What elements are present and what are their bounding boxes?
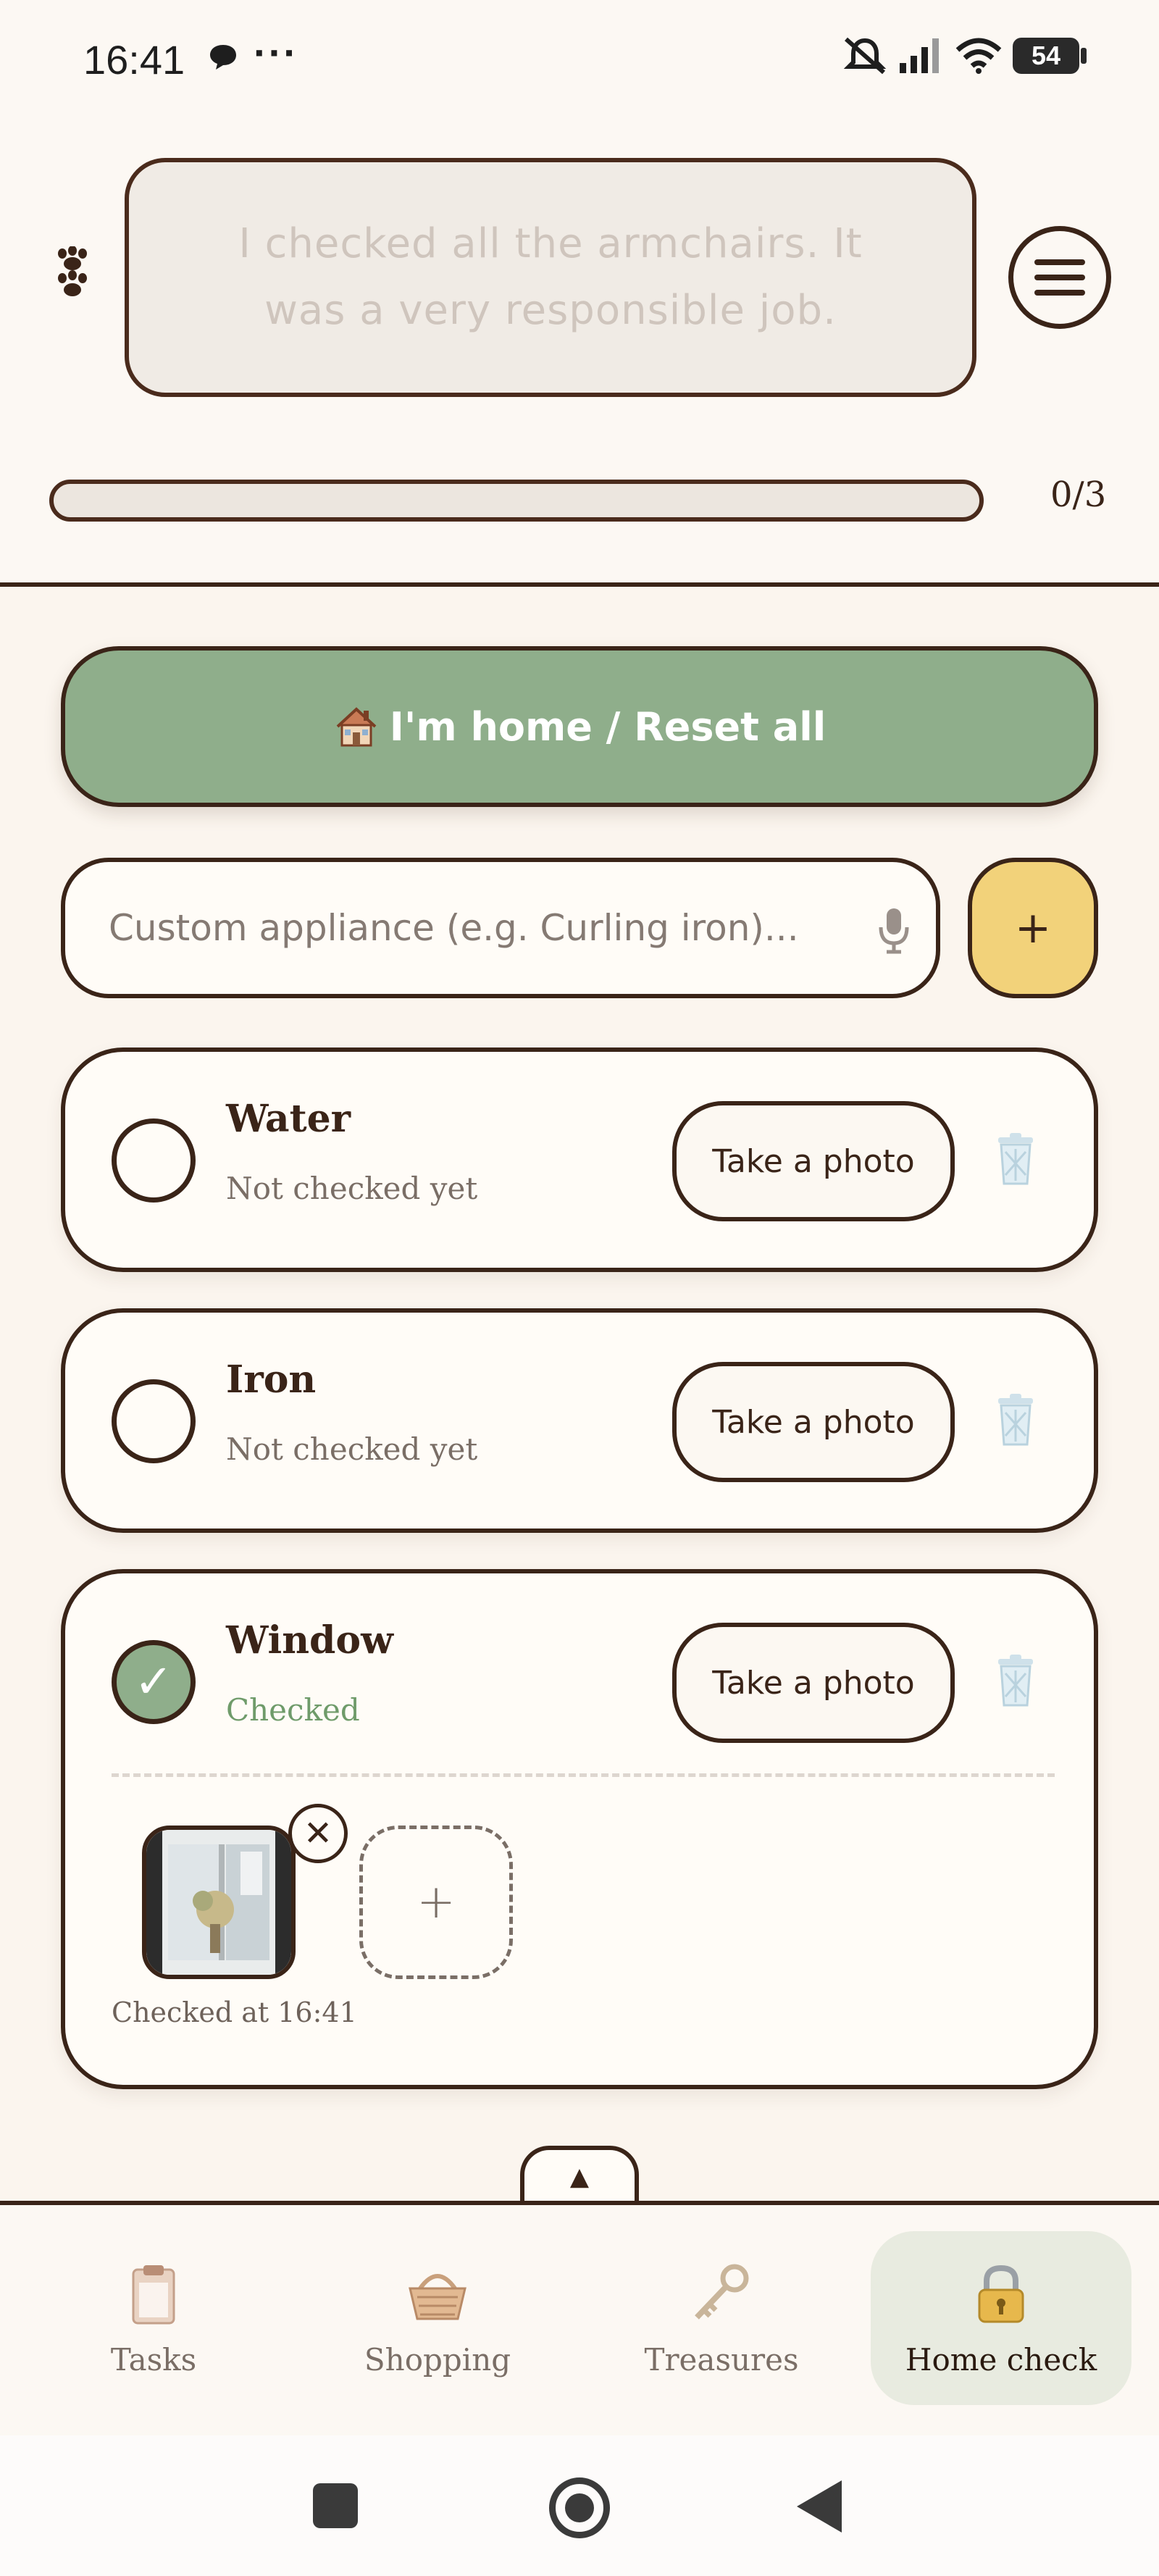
chat-bubble-icon [210, 45, 236, 70]
mute-bell-icon [843, 37, 887, 75]
appliance-name: Water [226, 1097, 351, 1141]
photo-divider [112, 1773, 1055, 1777]
appliance-card-water: Water Not checked yet Take a photo [61, 1047, 1098, 1272]
trash-icon[interactable] [992, 1392, 1039, 1447]
appliance-card-window: ✓ Window Checked Take a photo ✕ + Checke… [61, 1569, 1098, 2089]
appliance-card-iron: Iron Not checked yet Take a photo [61, 1308, 1098, 1533]
menu-button[interactable] [1008, 226, 1111, 329]
appliance-status: Checked [226, 1692, 360, 1728]
status-more-dots: ··· [254, 30, 298, 75]
clipboard-icon [132, 2265, 175, 2324]
home-icon[interactable] [549, 2477, 610, 2538]
tab-label: Tasks [110, 2341, 197, 2378]
status-bar: 16:41 ··· 54 [0, 0, 1159, 109]
status-time: 16:41 [83, 37, 185, 83]
key-icon [695, 2264, 749, 2320]
take-photo-button[interactable]: Take a photo [672, 1101, 955, 1221]
photo-thumbnail[interactable] [142, 1826, 296, 1979]
window-photo-image [146, 1830, 291, 1975]
wifi-icon [955, 38, 1002, 74]
appliance-name: Window [226, 1618, 393, 1663]
remove-photo-icon[interactable]: ✕ [288, 1804, 348, 1863]
progress-count: 0/3 [1050, 474, 1107, 515]
progress-bar [49, 480, 984, 522]
lock-icon [978, 2265, 1024, 2322]
back-icon[interactable] [797, 2480, 842, 2533]
recents-icon[interactable] [313, 2483, 358, 2528]
tab-home-check[interactable]: Home check [871, 2231, 1131, 2405]
checkmark-icon: ✓ [134, 1655, 173, 1709]
appliance-name: Iron [226, 1358, 317, 1402]
check-toggle[interactable] [112, 1379, 196, 1463]
reset-all-label: I'm home / Reset all [389, 703, 827, 750]
paw-icon [58, 246, 87, 296]
caret-up-icon: ▲ [569, 2162, 590, 2191]
add-appliance-button[interactable]: + [968, 858, 1098, 998]
tab-shopping[interactable]: Shopping [307, 2231, 568, 2405]
header-divider [0, 582, 1159, 587]
hamburger-icon [1034, 259, 1085, 265]
appliance-status: Not checked yet [226, 1171, 478, 1206]
tab-label: Home check [905, 2341, 1097, 2378]
microphone-icon[interactable] [878, 907, 910, 955]
trash-icon[interactable] [992, 1653, 1039, 1708]
custom-appliance-field [61, 858, 940, 998]
basket-icon [409, 2273, 466, 2320]
battery-icon: 54 [1013, 38, 1087, 74]
check-toggle[interactable]: ✓ [112, 1640, 196, 1724]
checked-timestamp: Checked at 16:41 [112, 1996, 357, 2028]
collapse-toggle[interactable]: ▲ [520, 2146, 639, 2204]
status-icons: 54 [842, 36, 1087, 75]
check-toggle[interactable] [112, 1118, 196, 1203]
appliance-status: Not checked yet [226, 1431, 478, 1467]
tab-label: Shopping [364, 2341, 511, 2378]
signal-icon [900, 38, 939, 73]
tab-treasures[interactable]: Treasures [591, 2231, 852, 2405]
system-nav-bar [0, 2435, 1159, 2576]
bottom-nav: Tasks Shopping Treasures Home check [0, 2205, 1159, 2435]
add-photo-button[interactable]: + [359, 1826, 513, 1979]
cat-quote: I checked all the armchairs. It was a ve… [125, 158, 976, 397]
take-photo-button[interactable]: Take a photo [672, 1362, 955, 1482]
tab-tasks[interactable]: Tasks [23, 2231, 284, 2405]
take-photo-button[interactable]: Take a photo [672, 1623, 955, 1743]
trash-icon[interactable] [992, 1132, 1039, 1187]
reset-all-button[interactable]: I'm home / Reset all [61, 646, 1098, 807]
tab-label: Treasures [644, 2341, 799, 2378]
house-icon [336, 707, 377, 747]
custom-appliance-input[interactable] [109, 862, 833, 994]
